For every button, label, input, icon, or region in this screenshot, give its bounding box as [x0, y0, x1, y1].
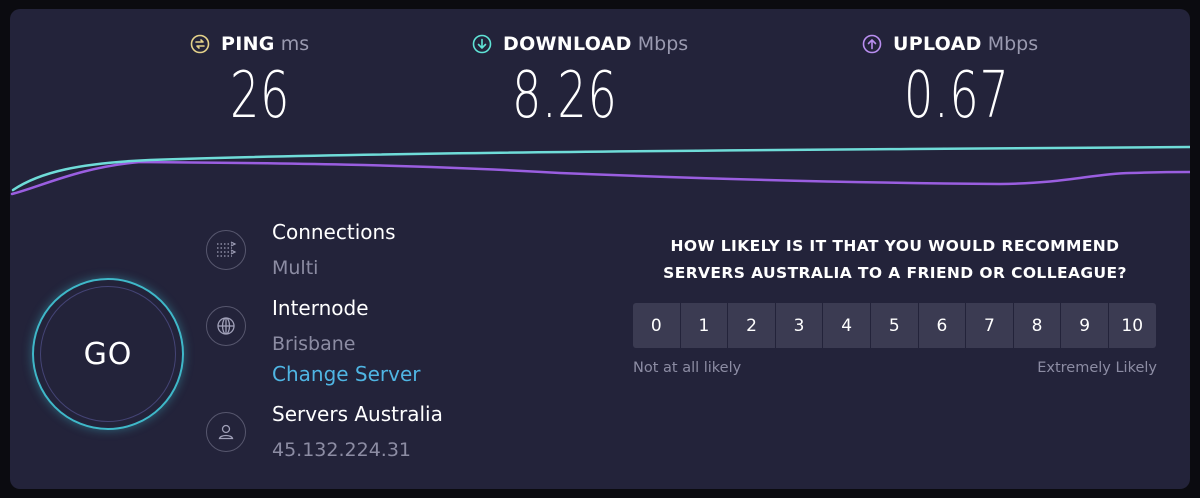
host-name: Servers Australia	[272, 402, 443, 426]
upload-graph-line	[10, 160, 1190, 196]
upload-label: UPLOAD	[893, 33, 982, 55]
ping-unit: ms	[280, 33, 310, 55]
host-ip: 45.132.224.31	[272, 439, 412, 461]
survey-question: HOW LIKELY IS IT THAT YOU WOULD RECOMMEN…	[663, 237, 1127, 282]
change-server-link[interactable]: Change Server	[272, 362, 421, 386]
rating-scale: 0 1 2 3 4 5 6 7 8 9 10	[633, 303, 1156, 348]
connections-icon	[206, 230, 246, 270]
speed-graph	[10, 145, 1190, 196]
upload-icon	[862, 34, 882, 54]
ping-header: PING ms	[190, 31, 309, 57]
upload-unit: Mbps	[987, 33, 1039, 55]
rating-button-0[interactable]: 0	[633, 303, 680, 348]
user-icon	[206, 412, 246, 452]
upload-value: 0.67	[904, 59, 1010, 133]
upload-metric: UPLOAD Mbps 0.67	[862, 31, 1038, 131]
scale-high-label: Extremely Likely	[1037, 360, 1157, 376]
rating-button-7[interactable]: 7	[966, 303, 1013, 348]
speedtest-panel: PING ms 26 DOWNLOAD Mbps 8.26 UPLOAD Mbp…	[10, 9, 1190, 489]
download-metric: DOWNLOAD Mbps 8.26	[472, 31, 688, 131]
connections-value: Multi	[272, 257, 319, 279]
server-name: Internode	[272, 296, 369, 320]
download-value: 8.26	[512, 59, 618, 133]
download-header: DOWNLOAD Mbps	[472, 31, 688, 57]
download-unit: Mbps	[637, 33, 689, 55]
ping-metric: PING ms 26	[190, 31, 309, 131]
rating-button-8[interactable]: 8	[1013, 303, 1061, 348]
rating-button-6[interactable]: 6	[918, 303, 966, 348]
ping-value: 26	[230, 59, 291, 133]
scale-low-label: Not at all likely	[633, 360, 742, 376]
server-location: Brisbane	[272, 333, 356, 355]
ping-icon	[190, 34, 210, 54]
rating-button-3[interactable]: 3	[775, 303, 823, 348]
rating-button-9[interactable]: 9	[1061, 303, 1108, 348]
download-icon	[472, 34, 492, 54]
globe-icon	[206, 306, 246, 346]
go-button-label: GO	[83, 336, 133, 372]
rating-button-5[interactable]: 5	[870, 303, 918, 348]
ping-label: PING	[221, 33, 275, 55]
download-label: DOWNLOAD	[503, 33, 632, 55]
go-button[interactable]: GO	[32, 278, 184, 430]
rating-button-2[interactable]: 2	[728, 303, 775, 348]
rating-button-4[interactable]: 4	[823, 303, 870, 348]
connections-title: Connections	[272, 220, 396, 244]
rating-button-1[interactable]: 1	[680, 303, 728, 348]
upload-header: UPLOAD Mbps	[862, 31, 1038, 57]
rating-button-10[interactable]: 10	[1108, 303, 1156, 348]
